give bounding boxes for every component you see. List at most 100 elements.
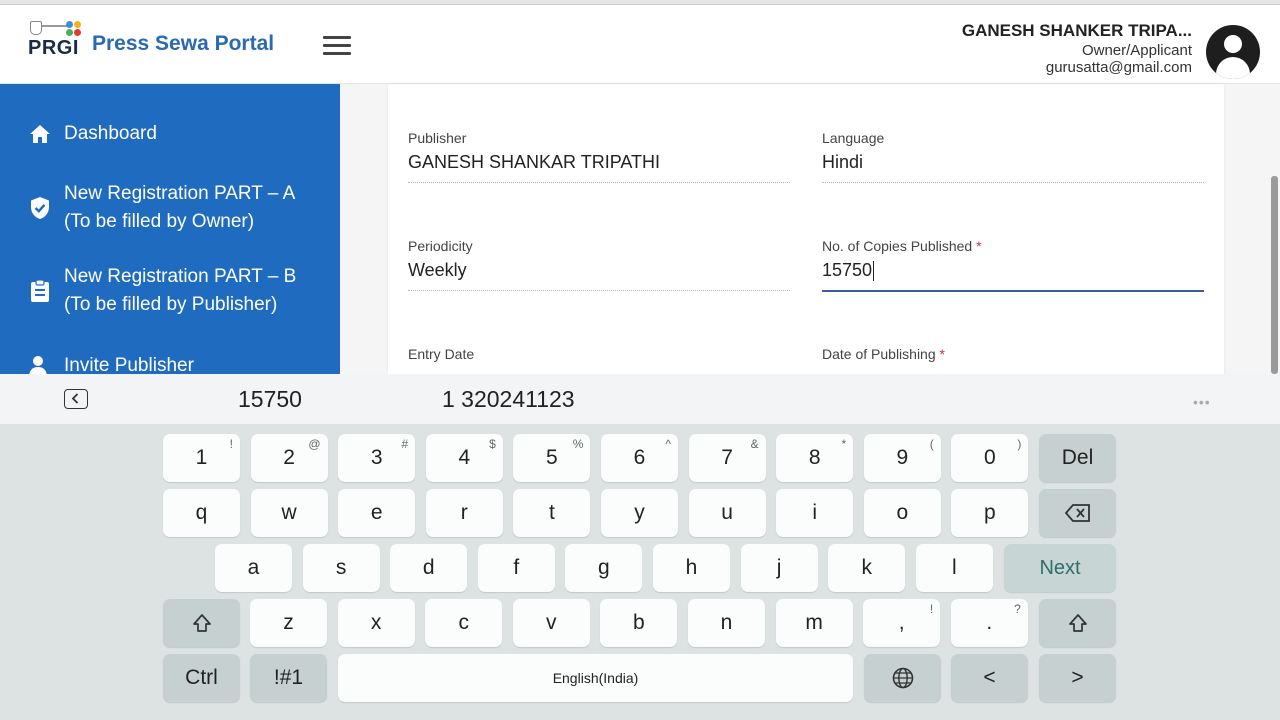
key-secondary-label: ? bbox=[1014, 602, 1021, 616]
key-9[interactable]: 9( bbox=[863, 434, 941, 482]
key-d[interactable]: d bbox=[390, 544, 468, 592]
key-u[interactable]: u bbox=[688, 489, 766, 537]
key-period[interactable]: .? bbox=[950, 599, 1028, 647]
space-key[interactable]: English(India) bbox=[338, 654, 853, 702]
entry-date-label: Entry Date bbox=[408, 346, 475, 362]
key-label: b bbox=[633, 611, 645, 634]
key-0[interactable]: 0) bbox=[951, 434, 1029, 482]
scrollbar[interactable] bbox=[1271, 176, 1278, 374]
emblem-icon bbox=[30, 21, 42, 35]
key-label: Ctrl bbox=[185, 666, 218, 689]
key-label: z bbox=[283, 611, 294, 634]
publisher-value: GANESH SHANKAR TRIPATHI bbox=[408, 152, 661, 172]
key-3[interactable]: 3 # bbox=[338, 434, 416, 482]
key-a[interactable]: a bbox=[215, 544, 292, 592]
language-value: Hindi bbox=[822, 152, 864, 172]
shield-check-icon bbox=[28, 196, 52, 220]
cursor-right-key[interactable]: > bbox=[1039, 654, 1116, 702]
key-label: 2 bbox=[283, 446, 295, 469]
key-8[interactable]: 8 * bbox=[776, 434, 854, 482]
key-secondary-label: ! bbox=[229, 437, 233, 451]
key-secondary-label: % bbox=[572, 437, 584, 451]
sidebar-item-part-a[interactable]: New Registration PART – A (To be filled b… bbox=[28, 180, 295, 236]
prgi-logo[interactable]: PRGI bbox=[28, 17, 84, 77]
sidebar-item-part-b[interactable]: New Registration PART – B (To be filled b… bbox=[28, 263, 296, 319]
key-b[interactable]: b bbox=[600, 599, 678, 647]
menu-icon[interactable] bbox=[323, 34, 351, 56]
avatar-icon[interactable] bbox=[1206, 25, 1260, 79]
language-field[interactable]: Language Hindi bbox=[822, 130, 1204, 183]
copies-published-input[interactable]: No. of Copies Published * 15750 bbox=[822, 238, 1204, 292]
key-label: m bbox=[805, 611, 823, 634]
key-label: Next bbox=[1039, 556, 1081, 579]
globe-icon bbox=[892, 667, 913, 689]
key-secondary-label: & bbox=[750, 437, 759, 451]
key-m[interactable]: m bbox=[775, 599, 853, 647]
key-5[interactable]: 5% bbox=[513, 434, 591, 482]
shift-key-left[interactable] bbox=[163, 599, 240, 647]
next-key[interactable]: Next bbox=[1004, 544, 1116, 592]
key-comma[interactable]: ,! bbox=[863, 599, 941, 647]
publisher-field[interactable]: Publisher GANESH SHANKAR TRIPATHI bbox=[408, 130, 790, 183]
key-n[interactable]: n bbox=[688, 599, 765, 647]
key-label: f bbox=[513, 556, 520, 579]
key-p[interactable]: p bbox=[951, 489, 1029, 537]
key-label: j bbox=[776, 556, 782, 579]
key-label: 3 bbox=[370, 446, 383, 469]
key-v[interactable]: v bbox=[512, 599, 590, 647]
brand-title[interactable]: Press Sewa Portal bbox=[92, 32, 274, 56]
key-k[interactable]: k bbox=[828, 544, 906, 592]
sidebar-item-dashboard[interactable]: Dashboard bbox=[28, 120, 157, 148]
key-r[interactable]: r bbox=[425, 489, 503, 537]
key-7[interactable]: 7 & bbox=[688, 434, 766, 482]
periodicity-field[interactable]: Periodicity Weekly bbox=[408, 238, 790, 291]
key-label: r bbox=[460, 501, 468, 524]
key-label: 6 bbox=[633, 446, 646, 469]
cursor-left-key[interactable]: < bbox=[951, 654, 1028, 702]
ctrl-key[interactable]: Ctrl bbox=[163, 654, 240, 702]
more-icon[interactable]: ••• bbox=[1193, 394, 1211, 410]
key-f[interactable]: f bbox=[477, 544, 555, 592]
shift-key-right[interactable] bbox=[1039, 599, 1116, 647]
sidebar-item-invite-publisher[interactable]: Invite Publisher bbox=[28, 352, 194, 374]
symbols-key[interactable]: !#1 bbox=[250, 654, 327, 702]
key-w[interactable]: w bbox=[250, 489, 328, 537]
backspace-key[interactable] bbox=[1039, 489, 1116, 537]
key-6[interactable]: 6 ^ bbox=[601, 434, 678, 482]
key-q[interactable]: q bbox=[163, 489, 240, 537]
required-mark: * bbox=[976, 238, 982, 254]
language-key[interactable] bbox=[864, 654, 941, 702]
header: PRGI Press Sewa Portal GANESH SHANKER TR… bbox=[0, 5, 1280, 84]
key-secondary-label: ! bbox=[929, 602, 934, 616]
key-label: 1 bbox=[195, 446, 208, 469]
key-o[interactable]: o bbox=[863, 489, 941, 537]
sidebar-item-label: New Registration PART – B bbox=[64, 266, 297, 287]
key-l[interactable]: l bbox=[915, 544, 993, 592]
key-secondary-label: ) bbox=[1017, 437, 1022, 451]
key-i[interactable]: i bbox=[776, 489, 854, 537]
clipboard-icon bbox=[28, 279, 52, 303]
key-h[interactable]: h bbox=[653, 544, 730, 592]
key-label: y bbox=[634, 501, 645, 524]
user-role: Owner/Applicant bbox=[1081, 42, 1192, 59]
key-z[interactable]: z bbox=[250, 599, 327, 647]
key-t[interactable]: t bbox=[513, 489, 591, 537]
key-2[interactable]: 2 @ bbox=[250, 434, 328, 482]
suggestion[interactable]: 15750 bbox=[238, 386, 302, 413]
key-y[interactable]: y bbox=[601, 489, 678, 537]
key-e[interactable]: e bbox=[338, 489, 416, 537]
key-j[interactable]: j bbox=[740, 544, 818, 592]
key-g[interactable]: g bbox=[565, 544, 643, 592]
key-c[interactable]: c bbox=[425, 599, 503, 647]
flower-icon bbox=[66, 21, 82, 37]
key-x[interactable]: x bbox=[337, 599, 415, 647]
delete-key[interactable]: Del bbox=[1039, 434, 1116, 482]
key-1[interactable]: 1! bbox=[163, 434, 240, 482]
key-label: o bbox=[896, 501, 909, 524]
key-s[interactable]: s bbox=[302, 544, 380, 592]
suggestion[interactable]: 1 320241123 bbox=[442, 386, 575, 413]
key-4[interactable]: 4 $ bbox=[425, 434, 503, 482]
key-label: l bbox=[951, 556, 957, 579]
user-email: gurusatta@gmail.com bbox=[1045, 59, 1192, 76]
collapse-icon[interactable] bbox=[64, 389, 88, 409]
